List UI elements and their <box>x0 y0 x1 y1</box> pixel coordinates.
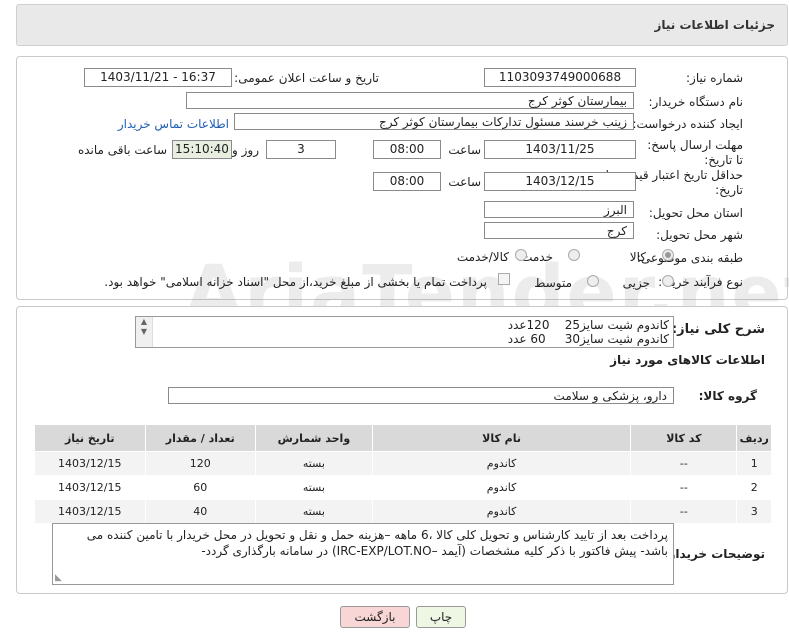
table-row: 3 -- کاندوم بسته 40 1403/12/15 <box>34 499 772 524</box>
summary-line-1: کاندوم شیت سایز25 120عدد <box>507 318 669 332</box>
announce-label: تاریخ و ساعت اعلان عمومی: <box>234 71 379 85</box>
goods-section-title: اطلاعات کالاهای مورد نیاز <box>610 353 765 367</box>
deadline-time-label: ساعت <box>448 143 481 157</box>
purchase-option-minor: جزیی <box>622 276 650 290</box>
cell-quantity: 60 <box>144 475 256 500</box>
textarea-scrollbar[interactable]: ▲ ▼ <box>136 317 153 347</box>
cell-unit: بسته <box>254 451 373 476</box>
cell-code: -- <box>630 475 738 500</box>
resize-handle-icon[interactable]: ◣ <box>55 573 62 583</box>
cell-row: 1 <box>736 451 772 476</box>
cell-code: -- <box>630 499 738 524</box>
deadline-label: مهلت ارسال پاسخ: تا تاریخ: <box>647 138 743 167</box>
buyer-notes-textarea[interactable]: پرداخت بعد از تایید کارشناس و تحویل کلی … <box>52 523 674 585</box>
category-radio-service[interactable] <box>568 249 580 261</box>
cell-unit: بسته <box>254 499 373 524</box>
purchase-radio-medium[interactable] <box>587 275 599 287</box>
deadline-date-field: 1403/11/25 <box>484 140 636 159</box>
cell-name: کاندوم <box>371 475 632 500</box>
buyer-field: بیمارستان کوثر کرج <box>186 92 634 109</box>
cell-name: کاندوم <box>371 499 632 524</box>
city-field: کرج <box>484 222 634 239</box>
validity-date-field: 1403/12/15 <box>484 172 636 191</box>
treasury-checkbox[interactable] <box>498 273 510 285</box>
category-radio-goods[interactable] <box>662 249 674 261</box>
buyer-contact-link[interactable]: اطلاعات تماس خریدار <box>118 117 229 131</box>
goods-table: ردیف کد کالا نام کالا واحد شمارش تعداد /… <box>34 424 772 524</box>
buyer-notes-text: پرداخت بعد از تایید کارشناس و تحویل کلی … <box>86 528 668 558</box>
cell-row: 3 <box>736 499 772 524</box>
cell-code: -- <box>630 451 738 476</box>
need-number-label: شماره نیاز: <box>686 71 743 85</box>
goods-group-label: گروه کالا: <box>698 389 757 403</box>
category-radio-goods-service[interactable] <box>515 249 527 261</box>
goods-table-header: ردیف کد کالا نام کالا واحد شمارش تعداد /… <box>34 424 772 452</box>
category-label: طبقه بندی موضوعی: <box>636 251 743 265</box>
deadline-time-field: 08:00 <box>373 140 441 159</box>
need-number-field: 1103093749000688 <box>484 68 636 87</box>
table-row: 1 -- کاندوم بسته 120 1403/12/15 <box>34 451 772 476</box>
requester-label: ایجاد کننده درخواست: <box>632 117 743 131</box>
cell-row: 2 <box>736 475 772 500</box>
province-field: البرز <box>484 201 634 218</box>
requester-field: زینب خرسند مسئول تدارکات بیمارستان کوثر … <box>234 113 634 130</box>
page-title: جزئیات اطلاعات نیاز <box>654 18 775 32</box>
cell-quantity: 120 <box>144 451 256 476</box>
purchase-radio-minor[interactable] <box>662 275 674 287</box>
announce-field: 1403/11/21 - 16:37 <box>84 68 232 87</box>
goods-group-field: دارو، پزشکی و سلامت <box>168 387 674 404</box>
validity-time-label: ساعت <box>448 175 481 189</box>
remaining-time-label: ساعت باقی مانده <box>77 143 167 157</box>
cell-name: کاندوم <box>371 451 632 476</box>
page-header: جزئیات اطلاعات نیاز <box>16 4 788 46</box>
buyer-notes-label: توضیحات خریدار: <box>663 547 765 561</box>
buyer-label: نام دستگاه خریدار: <box>648 95 744 109</box>
category-option-goods-service: کالا/خدمت <box>456 250 509 264</box>
validity-time-field: 08:00 <box>373 172 441 191</box>
deadline-days-field: 3 <box>266 140 336 159</box>
city-label: شهر محل تحویل: <box>656 228 743 242</box>
col-unit: واحد شمارش <box>254 424 373 452</box>
print-button[interactable]: چاپ <box>416 606 466 628</box>
summary-textarea[interactable]: ▲ ▼ کاندوم شیت سایز25 120عدد کاندوم شیت س… <box>135 316 674 348</box>
back-button[interactable]: بازگشت <box>340 606 410 628</box>
col-row: ردیف <box>736 424 772 452</box>
category-option-goods: کالا <box>629 250 646 264</box>
col-name: نام کالا <box>371 424 632 452</box>
province-label: استان محل تحویل: <box>648 206 743 220</box>
deadline-days-label: روز و <box>232 143 259 157</box>
cell-date: 1403/12/15 <box>34 451 146 476</box>
col-date: تاریخ نیاز <box>34 424 146 452</box>
cell-unit: بسته <box>254 475 373 500</box>
remaining-time-field: 15:10:40 <box>172 140 232 159</box>
cell-quantity: 40 <box>144 499 256 524</box>
summary-label: شرح کلی نیاز: <box>671 322 765 337</box>
col-quantity: تعداد / مقدار <box>144 424 256 452</box>
treasury-note: پرداخت تمام یا بخشی از مبلغ خرید،از محل … <box>104 275 487 289</box>
col-code: کد کالا <box>630 424 738 452</box>
table-row: 2 -- کاندوم بسته 60 1403/12/15 <box>34 475 772 500</box>
summary-line-2: کاندوم شیت سایز30 60 عدد <box>507 332 669 346</box>
cell-date: 1403/12/15 <box>34 475 146 500</box>
cell-date: 1403/12/15 <box>34 499 146 524</box>
purchase-option-medium: متوسط <box>534 276 572 290</box>
